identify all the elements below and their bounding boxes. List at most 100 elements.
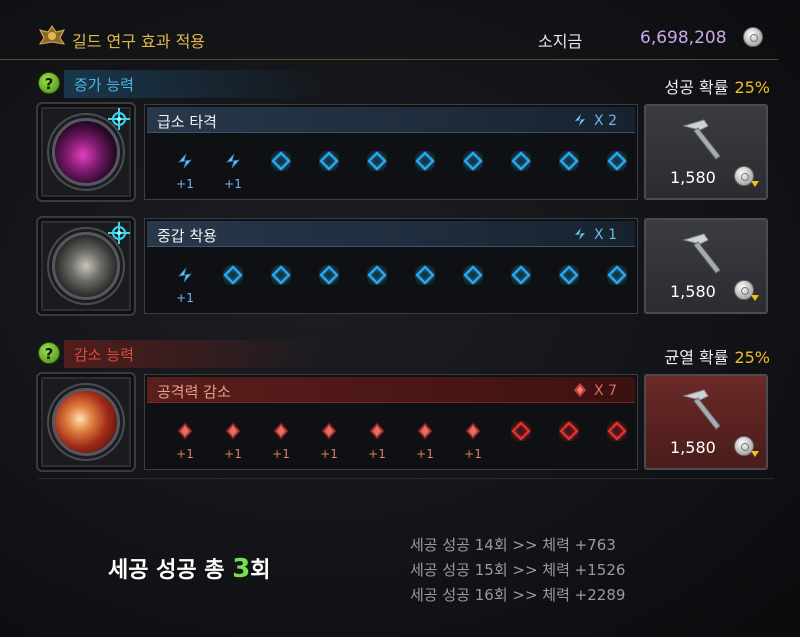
slot-value: +1 xyxy=(224,177,242,191)
craft-cost: 1,580 xyxy=(670,168,716,187)
slot-value: +1 xyxy=(176,177,194,191)
craft-button[interactable]: 1,580 xyxy=(644,104,768,200)
empty-slot-icon xyxy=(319,151,339,171)
empty-slot-icon xyxy=(415,265,435,285)
empty-slot-icon xyxy=(463,265,483,285)
rune-marker-icon xyxy=(108,222,130,244)
success-chance-label: 성공 확률 xyxy=(664,78,729,97)
ability-name: 급소 타격 xyxy=(157,113,217,131)
enhance-slot xyxy=(597,415,637,465)
craft-button[interactable]: 1,580 xyxy=(644,374,768,470)
success-chance: 성공 확률 25% xyxy=(664,74,770,98)
guild-research-panel: 길드 연구 효과 적용 소지금 6,698,208 ? 증가 능력 성공 확률 2… xyxy=(0,0,800,637)
empty-slot-icon xyxy=(319,265,339,285)
slot-value: +1 xyxy=(224,447,242,461)
ability-bar: 중갑 착용 X 1 +1 xyxy=(144,218,638,314)
craft-cost: 1,580 xyxy=(670,438,716,457)
slot-value: +1 xyxy=(464,447,482,461)
blue-rune-icon xyxy=(177,267,193,283)
enhance-slot: +1 xyxy=(261,415,301,465)
slot-value: +1 xyxy=(368,447,386,461)
enhance-slot xyxy=(549,415,589,465)
ability-row-attack-down: 공격력 감소 X 7 +1 +1 +1 +1 +1 +1 +1 1,580 xyxy=(36,372,770,472)
empty-slot-icon xyxy=(223,265,243,285)
slot-track: +1 +1 xyxy=(165,145,635,195)
silver-coin-icon xyxy=(743,27,763,47)
fire-orb-icon xyxy=(52,388,120,456)
slot-value: +1 xyxy=(320,447,338,461)
crack-chance-value: 25% xyxy=(734,348,770,367)
empty-slot-icon xyxy=(367,151,387,171)
ability-name: 중갑 착용 xyxy=(157,227,217,245)
ability-multiplier-value: X 1 xyxy=(594,227,617,243)
log-line: 세공 성공 14회 >> 체력 +763 xyxy=(410,536,616,554)
help-icon[interactable]: ? xyxy=(38,72,60,94)
help-icon[interactable]: ? xyxy=(38,342,60,364)
red-rune-icon xyxy=(177,422,193,440)
red-rune-icon xyxy=(321,422,337,440)
enhance-slot: +1 xyxy=(213,145,253,195)
divider xyxy=(38,478,774,479)
enhance-slot xyxy=(549,259,589,309)
enhance-slot xyxy=(261,145,301,195)
red-rune-icon xyxy=(465,422,481,440)
empty-slot-icon xyxy=(415,151,435,171)
decrease-section-label: 감소 능력 xyxy=(74,346,134,364)
ability-multiplier: X 2 xyxy=(572,112,617,129)
enhance-slot xyxy=(501,259,541,309)
empty-slot-icon xyxy=(559,421,579,441)
enhance-slot xyxy=(309,259,349,309)
summary-prefix: 세공 성공 총 xyxy=(108,558,233,583)
success-log: 세공 성공 14회 >> 체력 +763 세공 성공 15회 >> 체력 +15… xyxy=(410,534,625,609)
hammer-icon xyxy=(682,389,721,430)
enhance-slot xyxy=(501,415,541,465)
empty-slot-icon xyxy=(511,265,531,285)
slot-value: +1 xyxy=(176,447,194,461)
craft-cost: 1,580 xyxy=(670,282,716,301)
enhance-slot xyxy=(357,259,397,309)
ability-portrait xyxy=(36,372,136,472)
blue-rune-icon xyxy=(575,228,586,240)
empty-slot-icon xyxy=(607,151,627,171)
enhance-slot: +1 xyxy=(357,415,397,465)
slot-track: +1 xyxy=(165,259,635,309)
enhance-slot: +1 xyxy=(453,415,493,465)
gold-label: 소지금 xyxy=(538,32,583,51)
enhance-slot xyxy=(453,145,493,195)
summary-suffix: 회 xyxy=(250,558,271,583)
crack-chance: 균열 확률 25% xyxy=(664,344,770,368)
enhance-slot xyxy=(405,259,445,309)
empty-slot-icon xyxy=(511,151,531,171)
ability-multiplier-value: X 7 xyxy=(594,383,617,399)
ability-namebar: 급소 타격 X 2 xyxy=(147,107,635,133)
success-chance-value: 25% xyxy=(734,78,770,97)
down-arrow-icon xyxy=(751,295,759,301)
enhance-slot xyxy=(453,259,493,309)
enhance-slot xyxy=(213,259,253,309)
ability-bar: 급소 타격 X 2 +1 +1 xyxy=(144,104,638,200)
slot-value: +1 xyxy=(416,447,434,461)
red-rune-icon xyxy=(225,422,241,440)
empty-slot-icon xyxy=(559,151,579,171)
enhance-slot xyxy=(309,145,349,195)
enhance-slot: +1 xyxy=(405,415,445,465)
enhance-slot xyxy=(549,145,589,195)
down-arrow-icon xyxy=(751,451,759,457)
guild-emblem-icon xyxy=(38,25,66,45)
enhance-slot xyxy=(597,259,637,309)
empty-slot-icon xyxy=(271,265,291,285)
ability-multiplier-value: X 2 xyxy=(594,113,617,129)
rune-marker-icon xyxy=(108,108,130,130)
ability-namebar: 공격력 감소 X 7 xyxy=(147,377,635,403)
ability-multiplier: X 1 xyxy=(572,226,617,243)
red-rune-icon xyxy=(369,422,385,440)
increase-section-label: 증가 능력 xyxy=(74,76,134,94)
craft-button[interactable]: 1,580 xyxy=(644,218,768,314)
empty-slot-icon xyxy=(559,265,579,285)
enhance-slot xyxy=(501,145,541,195)
empty-slot-icon xyxy=(607,265,627,285)
ability-row-critical-strike: 급소 타격 X 2 +1 +1 1,580 xyxy=(36,102,770,202)
blue-rune-icon xyxy=(225,153,241,169)
down-arrow-icon xyxy=(751,181,759,187)
enhance-slot xyxy=(357,145,397,195)
